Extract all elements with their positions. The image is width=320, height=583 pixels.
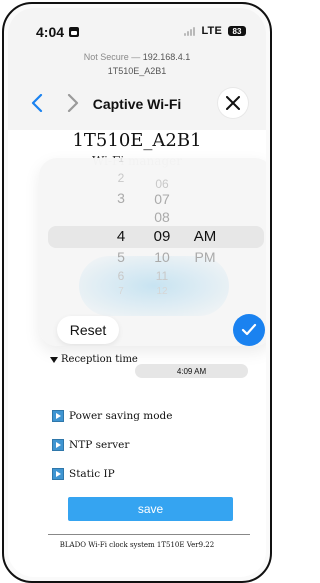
screen: 4:04 LTE 83 Not Secure — 192.168.4.1 1T5… (8, 8, 266, 577)
picker-minute-option[interactable]: 10 (142, 249, 182, 265)
page-title: 1T510E_A2B1 (72, 130, 202, 151)
picker-minute-option[interactable]: 11 (142, 269, 182, 283)
picker-minute-option[interactable]: 12 (142, 286, 182, 297)
picker-hour-option[interactable]: 1 (101, 158, 141, 165)
close-icon (226, 96, 240, 110)
status-bar: 4:04 LTE 83 (8, 8, 266, 46)
menu-item-label: Power saving mode (69, 410, 173, 422)
play-triangle-icon (52, 410, 64, 422)
battery-icon: 83 (228, 26, 246, 36)
menu-item-power-saving[interactable]: Power saving mode (52, 410, 173, 422)
checkmark-icon (241, 323, 257, 336)
menu-item-label: NTP server (69, 439, 130, 451)
network-label: LTE (201, 25, 222, 37)
menu-item-label: Static IP (69, 468, 115, 480)
picker-hour-option[interactable]: 5 (101, 249, 141, 265)
save-button[interactable]: save (68, 497, 233, 521)
status-time-text: 4:04 (36, 24, 65, 40)
picker-hour-option[interactable]: 2 (101, 171, 141, 185)
security-label: Not Secure — (83, 52, 141, 62)
menu-item-ntp-server[interactable]: NTP server (52, 439, 129, 451)
signal-icon (184, 26, 196, 36)
status-indicators: LTE 83 (184, 25, 246, 37)
picker-hour-selected[interactable]: 4 (101, 228, 141, 245)
triangle-down-icon (50, 356, 58, 363)
picker-minute-option[interactable]: 08 (142, 209, 182, 225)
url-host: 192.168.4.1 (142, 52, 191, 62)
picker-minute-selected[interactable]: 09 (142, 228, 182, 245)
play-triangle-icon (52, 468, 64, 480)
calendar-icon (69, 27, 80, 37)
picker-hour-option[interactable]: 6 (101, 269, 141, 283)
status-time: 4:04 (36, 24, 80, 40)
divider (48, 534, 250, 535)
browser-navbar: Captive Wi-Fi (8, 88, 266, 122)
picker-minute-option[interactable]: 06 (142, 177, 182, 191)
device-bezel: 4:04 LTE 83 Not Secure — 192.168.4.1 1T5… (2, 2, 272, 583)
menu-item-static-ip[interactable]: Static IP (52, 468, 115, 480)
footer-text: BLADO Wi-Fi clock system 1T510E Ver9.22 (59, 541, 215, 549)
time-picker-popup: 1 2 3 4 5 6 7 06 07 08 09 10 11 12 AM PM… (39, 158, 266, 346)
reset-button[interactable]: Reset (57, 316, 119, 344)
confirm-button[interactable] (233, 314, 265, 346)
picker-am-selected[interactable]: AM (185, 228, 225, 245)
phone-frame: 4:04 LTE 83 Not Secure — 192.168.4.1 1T5… (0, 0, 274, 583)
reception-time-input[interactable]: 4:09 AM (135, 364, 248, 378)
picker-minute-option[interactable]: 07 (142, 191, 182, 207)
reception-label: Reception time (61, 354, 138, 365)
picker-pm-option[interactable]: PM (185, 249, 225, 265)
play-triangle-icon (52, 439, 64, 451)
url-line-1[interactable]: Not Secure — 192.168.4.1 (8, 52, 266, 62)
picker-hour-option[interactable]: 3 (101, 190, 141, 206)
picker-hour-option[interactable]: 7 (101, 286, 141, 297)
reception-time-toggle[interactable]: Reception time (50, 354, 138, 365)
url-line-2: 1T510E_A2B1 (107, 66, 167, 76)
close-button[interactable] (218, 88, 248, 118)
